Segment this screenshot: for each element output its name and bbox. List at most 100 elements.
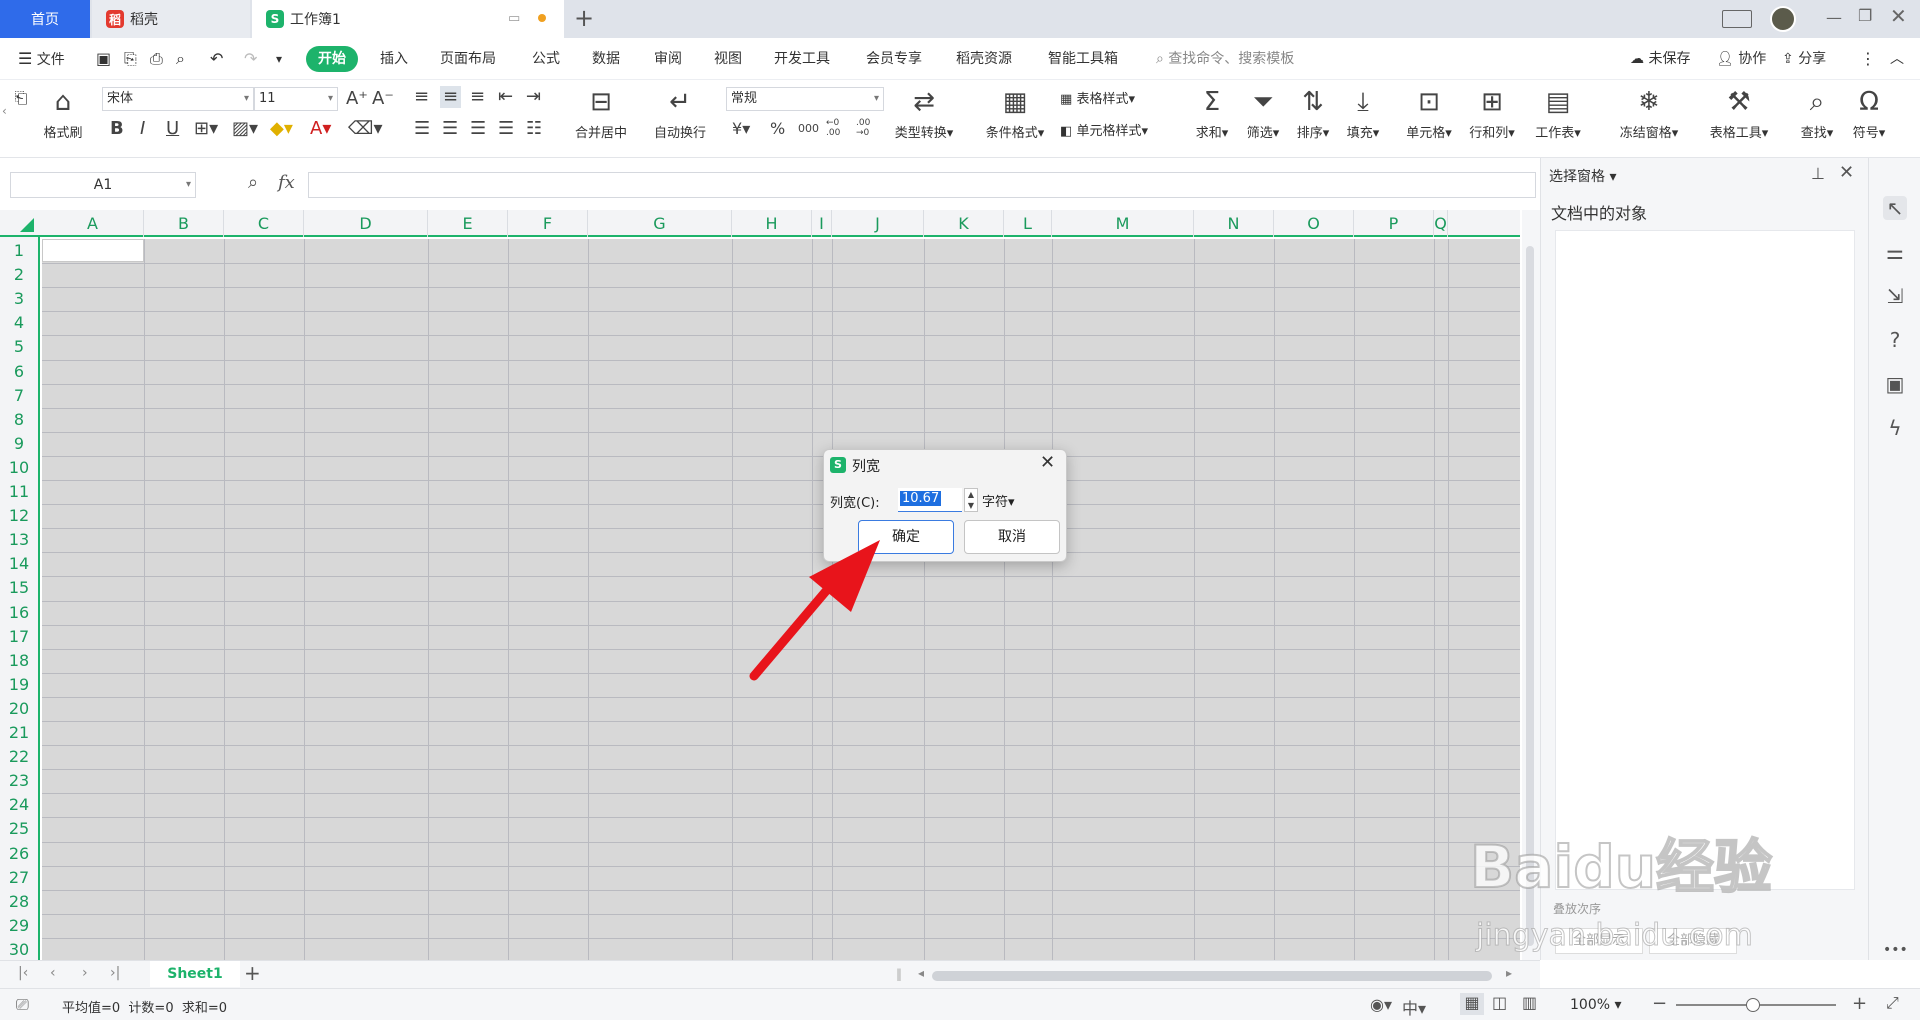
row-header[interactable]: 1 (0, 239, 38, 263)
underline-icon[interactable]: U (166, 118, 179, 140)
normal-view-icon[interactable]: ▦ (1460, 993, 1484, 1015)
zoom-formula-icon[interactable]: ⌕ (248, 172, 258, 193)
row-header[interactable]: 24 (0, 793, 38, 817)
clear-format-icon[interactable]: ⌫▾ (348, 118, 383, 140)
unit-select[interactable]: 字符▾ (982, 491, 1015, 510)
row-header[interactable]: 27 (0, 866, 38, 890)
align-bottom-icon[interactable]: ≡ (470, 86, 485, 108)
increase-font-icon[interactable]: A⁺ (346, 88, 368, 110)
italic-icon[interactable]: I (140, 118, 145, 140)
property-sliders-icon[interactable]: ⚌ (1883, 240, 1907, 264)
font-name-select[interactable]: 宋体 ▾ (102, 87, 254, 111)
row-header[interactable]: 18 (0, 649, 38, 673)
zoom-out-icon[interactable]: − (1652, 993, 1667, 1014)
sheet-tab-sheet1[interactable]: Sheet1 (150, 961, 240, 987)
save-icon[interactable]: ▣ (96, 38, 111, 80)
tab-workbook[interactable]: S 工作簿1 ▭ (252, 0, 564, 38)
formula-input[interactable] (308, 172, 1536, 198)
print-preview-icon[interactable]: ⌕ (176, 38, 185, 80)
transform-icon[interactable]: ⇲ (1883, 284, 1907, 308)
align-center-icon[interactable]: ☰ (442, 118, 458, 140)
collaborate-button[interactable]: 👤︎ 协作 (1716, 38, 1766, 80)
active-cell-a1[interactable] (42, 239, 144, 262)
scroll-left-icon[interactable]: ◂ (918, 966, 924, 980)
row-header[interactable]: 26 (0, 842, 38, 866)
minimize-icon[interactable]: — (1826, 8, 1842, 27)
row-header[interactable]: 7 (0, 384, 38, 408)
last-sheet-icon[interactable]: ›| (110, 965, 120, 981)
tab-page-layout[interactable]: 页面布局 (440, 38, 496, 80)
close-pane-icon[interactable]: ✕ (1839, 162, 1854, 183)
more-tools-icon[interactable]: ••• (1883, 938, 1908, 962)
language-icon[interactable]: 中▾ (1402, 995, 1426, 1019)
tab-member[interactable]: 会员专享 (866, 38, 922, 80)
print-icon[interactable]: ⎙ (150, 38, 163, 80)
bold-icon[interactable]: B (110, 118, 124, 140)
format-painter-button[interactable]: ⌂ 格式刷 (38, 86, 88, 141)
column-header[interactable]: N (1194, 210, 1274, 237)
fullscreen-icon[interactable]: ⤢ (1886, 993, 1899, 1013)
row-header[interactable]: 8 (0, 408, 38, 432)
redo-icon[interactable]: ↷ (244, 38, 257, 80)
tab-view[interactable]: 视图 (714, 38, 742, 80)
row-header[interactable]: 16 (0, 601, 38, 625)
vertical-scroll-thumb[interactable] (1526, 246, 1534, 946)
tab-formulas[interactable]: 公式 (532, 38, 560, 80)
page-layout-view-icon[interactable]: ◫ (1492, 993, 1507, 1012)
column-header[interactable]: M (1052, 210, 1194, 237)
row-header[interactable]: 15 (0, 576, 38, 600)
close-icon[interactable]: ✕ (1040, 452, 1055, 473)
smart-image-icon[interactable]: ▣ (1883, 372, 1907, 396)
sort-button[interactable]: ⇅ 排序▾ (1290, 86, 1336, 141)
column-header[interactable]: Q (1434, 210, 1448, 237)
row-column-button[interactable]: ⊞ 行和列▾ (1462, 86, 1522, 141)
font-size-select[interactable]: 11 ▾ (254, 87, 338, 111)
first-sheet-icon[interactable]: |‹ (18, 965, 28, 981)
column-header[interactable]: D (304, 210, 428, 237)
column-header[interactable]: G (588, 210, 732, 237)
zoom-in-icon[interactable]: + (1852, 993, 1867, 1014)
align-top-icon[interactable]: ≡ (414, 86, 429, 108)
row-header[interactable]: 10 (0, 456, 38, 480)
cell-button[interactable]: ⊡ 单元格▾ (1400, 86, 1458, 141)
hide-all-button[interactable]: 全部隐藏 (1649, 928, 1737, 954)
decrease-font-icon[interactable]: A⁻ (372, 88, 394, 110)
fill-button[interactable]: ⤓ 填充▾ (1340, 86, 1386, 141)
avatar[interactable] (1770, 6, 1796, 32)
column-header[interactable]: L (1004, 210, 1052, 237)
column-header[interactable]: B (144, 210, 224, 237)
restore-icon[interactable]: ❐ (1858, 6, 1872, 25)
align-right-icon[interactable]: ☰ (470, 118, 486, 140)
row-header[interactable]: 20 (0, 697, 38, 721)
align-left-icon[interactable]: ☰ (414, 118, 430, 140)
row-header[interactable]: 4 (0, 311, 38, 335)
tab-developer[interactable]: 开发工具 (774, 38, 830, 80)
row-header[interactable]: 17 (0, 625, 38, 649)
decrease-decimal-icon[interactable]: .00 →0 (856, 118, 882, 138)
indent-increase-icon[interactable]: ⇥ (526, 86, 541, 108)
cell-style-button[interactable]: ◧ 单元格样式▾ (1060, 120, 1178, 139)
row-header[interactable]: 28 (0, 890, 38, 914)
paste-partial-icon[interactable]: ⎗ (14, 88, 28, 108)
find-button[interactable]: ⌕ 查找▾ (1794, 86, 1840, 141)
sum-button[interactable]: Σ 求和▾ (1190, 86, 1234, 141)
align-middle-icon[interactable]: ≡ (440, 86, 462, 108)
indent-decrease-icon[interactable]: ⇤ (498, 86, 513, 108)
column-header[interactable]: A (42, 210, 144, 237)
column-header[interactable]: I (812, 210, 832, 237)
row-header[interactable]: 23 (0, 769, 38, 793)
close-window-icon[interactable]: ✕ (1890, 4, 1907, 28)
row-header[interactable]: 6 (0, 360, 38, 384)
next-sheet-icon[interactable]: › (82, 965, 88, 981)
undo-icon[interactable]: ↶ (210, 38, 223, 80)
add-sheet-button[interactable]: + (244, 961, 261, 985)
column-width-input[interactable]: 10.67 (898, 488, 962, 512)
row-header[interactable]: 14 (0, 552, 38, 576)
horizontal-scroll-thumb[interactable] (932, 971, 1492, 981)
tab-review[interactable]: 审阅 (654, 38, 682, 80)
row-header[interactable]: 21 (0, 721, 38, 745)
row-header[interactable]: 19 (0, 673, 38, 697)
ribbon-scroll-left-icon[interactable]: ‹ (2, 104, 7, 118)
zoom-level[interactable]: 100% ▾ (1570, 997, 1622, 1013)
objects-list[interactable] (1555, 230, 1855, 890)
